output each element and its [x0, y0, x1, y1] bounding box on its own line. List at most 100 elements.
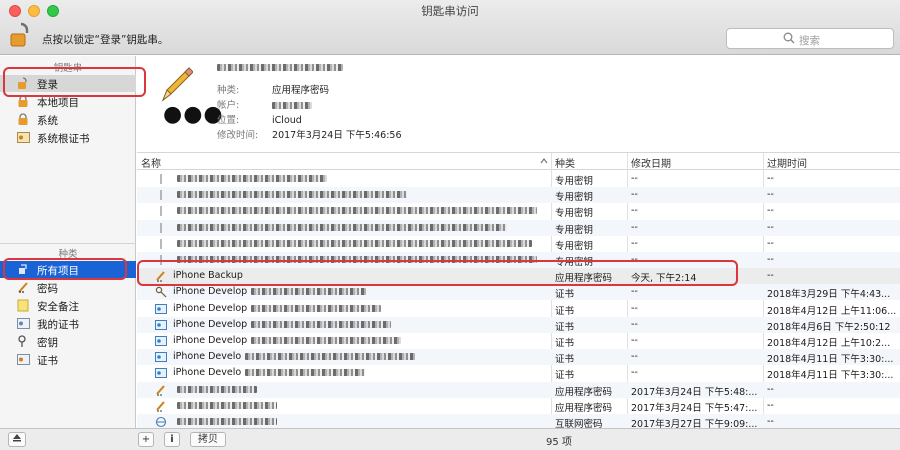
row-name [173, 189, 549, 200]
table-row[interactable]: iPhone Develop 证书 -- 2018年4月12日 上午10:2... [137, 333, 900, 349]
sidebar-item-label: 证书 [37, 355, 58, 367]
row-kind: 专用密钥 [555, 240, 594, 252]
row-modified: 2017年3月24日 下午5:48:... [631, 386, 758, 398]
row-expires: -- [767, 383, 774, 395]
redacted-text [177, 207, 537, 215]
row-expires: 2018年3月29日 下午4:43... [767, 289, 891, 301]
sidebar-item-my-certificates[interactable]: 我的证书 [0, 315, 136, 332]
table-row[interactable]: iPhone Develo 证书 -- 2018年4月11日 下午3:30:... [137, 365, 900, 381]
sidebar-item-system-roots[interactable]: 系统根证书 [0, 129, 136, 146]
table-row[interactable]: iPhone Develo 证书 -- 2018年4月11日 下午3:30:... [137, 349, 900, 366]
row-kind: 证书 [555, 321, 575, 333]
sidebar-item-passwords[interactable]: 密码 [0, 279, 136, 296]
key-icon [18, 335, 26, 347]
row-name [173, 384, 549, 395]
table-row[interactable]: 专用密钥 -- -- [137, 203, 900, 219]
row-kind: 证书 [555, 305, 575, 317]
sidebar-item-keys[interactable]: 密钥 [0, 333, 136, 350]
row-modified: -- [631, 335, 638, 346]
eject-up-icon [13, 434, 21, 442]
column-header-name[interactable]: 名称 [141, 155, 161, 170]
row-expires: -- [767, 189, 774, 201]
redacted-text [177, 418, 277, 425]
redacted-text [177, 175, 327, 182]
redacted-text [251, 320, 392, 328]
private-key-icon [155, 238, 167, 250]
row-expires: 2018年4月11日 下午3:30:... [767, 370, 894, 382]
redacted-text [245, 353, 416, 361]
private-key-icon [155, 222, 167, 234]
detail-kind-label: 种类: [217, 85, 240, 96]
detail-account-row: 帐户: [217, 97, 313, 111]
info-button[interactable]: i [164, 432, 180, 447]
padlock-icon [18, 113, 28, 125]
search-input[interactable]: 搜索 [726, 28, 894, 49]
row-name-text: iPhone Develop [173, 302, 248, 314]
row-expires: -- [767, 399, 774, 411]
sidebar-item-label: 安全备注 [37, 301, 79, 313]
redacted-text [245, 369, 366, 377]
search-placeholder: 搜索 [799, 35, 820, 47]
row-expires: 2018年4月11日 下午3:30:... [767, 354, 894, 366]
certificate-icon [155, 367, 167, 379]
table-row[interactable]: 应用程序密码 2017年3月24日 下午5:48:... -- [137, 381, 900, 398]
row-modified: -- [631, 302, 638, 314]
copy-button[interactable]: 拷贝 [190, 432, 226, 447]
certificate-icon [155, 351, 167, 363]
redacted-text [177, 191, 407, 199]
detail-account-redacted [272, 102, 313, 109]
detail-kind-row: 种类: 应用程序密码 [217, 82, 329, 96]
row-name-text: iPhone Develo [173, 351, 242, 363]
add-item-button[interactable]: + [138, 432, 154, 447]
row-name: iPhone Develop [173, 303, 549, 314]
table-row[interactable]: 应用程序密码 2017年3月24日 下午5:47:... -- [137, 398, 900, 414]
row-modified: -- [631, 221, 638, 233]
row-name: iPhone Develop [173, 319, 549, 330]
row-kind: 专用密钥 [555, 224, 594, 236]
redacted-text [177, 401, 277, 409]
row-expires: -- [767, 173, 774, 184]
highlight-login [3, 67, 146, 97]
certificate-icon [17, 132, 30, 143]
detail-location-row: 位置: iCloud [217, 112, 302, 126]
column-header-modified[interactable]: 修改日期 [631, 155, 671, 170]
table-row[interactable]: 专用密钥 -- -- [137, 171, 900, 187]
table-row[interactable]: iPhone Develop 证书 -- 2018年3月29日 下午4:43... [137, 284, 900, 301]
table-header: 名称 种类 修改日期 过期时间 [137, 153, 900, 170]
table-row[interactable]: iPhone Develop 证书 -- 2018年4月12日 上午11:06... [137, 301, 900, 317]
redacted-text [177, 239, 532, 247]
sidebar-item-certificates[interactable]: 证书 [0, 351, 136, 368]
table-row[interactable]: 专用密钥 -- -- [137, 236, 900, 252]
row-kind: 证书 [555, 354, 575, 366]
title-toolbar: 钥匙串访问 点按以锁定“登录”钥匙串。 搜索 [0, 0, 900, 55]
sort-chevron-icon[interactable] [540, 158, 548, 164]
sidebar-item-system[interactable]: 系统 [0, 111, 136, 128]
row-kind: 专用密钥 [555, 176, 594, 187]
certificate-icon [155, 319, 167, 331]
row-kind: 应用程序密码 [555, 402, 613, 414]
table-row[interactable]: 专用密钥 -- -- [137, 187, 900, 204]
row-expires: -- [767, 270, 774, 282]
toggle-sidebar-button[interactable] [8, 432, 26, 447]
password-dots: ●●● [163, 102, 224, 127]
row-modified: 2017年3月24日 下午5:47:... [631, 402, 758, 414]
row-modified: -- [631, 205, 638, 217]
table-row[interactable]: 专用密钥 -- -- [137, 219, 900, 236]
row-expires: -- [767, 416, 774, 427]
column-header-kind[interactable]: 种类 [555, 155, 575, 170]
sidebar-item-label: 本地项目 [37, 97, 79, 109]
row-expires: -- [767, 254, 774, 265]
row-name: iPhone Develop [173, 335, 549, 346]
highlight-iphone-backup-row [137, 260, 738, 286]
detail-modified-row: 修改时间: 2017年3月24日 下午5:46:56 [217, 127, 401, 141]
row-name: iPhone Develo [173, 351, 549, 362]
row-name: iPhone Develo [173, 367, 549, 378]
unlocked-padlock-icon[interactable] [10, 20, 32, 52]
bottom-bar: + i 拷贝 95 项 [0, 428, 900, 450]
lock-hint-text: 点按以锁定“登录”钥匙串。 [42, 34, 169, 46]
table-row[interactable]: iPhone Develop 证书 -- 2018年4月6日 下午2:50:12 [137, 316, 900, 333]
sidebar-item-secure-notes[interactable]: 安全备注 [0, 297, 136, 314]
sidebar-item-label: 我的证书 [37, 319, 79, 331]
private-key-icon [155, 173, 167, 185]
column-header-expires[interactable]: 过期时间 [767, 155, 807, 170]
